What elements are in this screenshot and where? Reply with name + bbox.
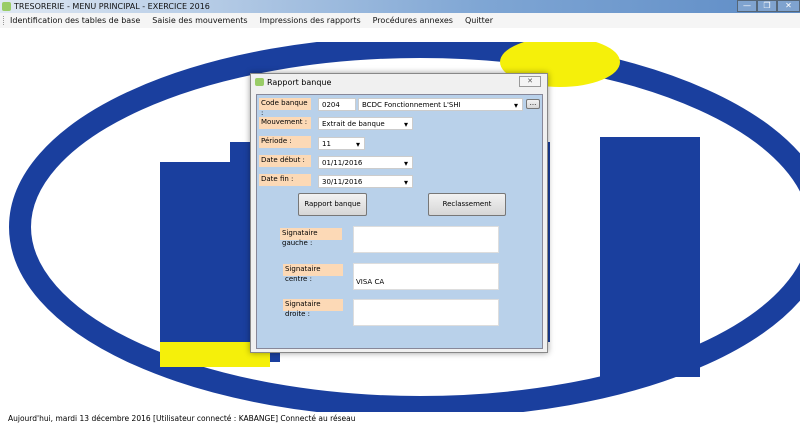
banque-select[interactable]: BCDC Fonctionnement L'SHI: [358, 98, 523, 112]
signataire-gauche-input[interactable]: [353, 226, 499, 253]
menu-saisie[interactable]: Saisie des mouvements: [152, 16, 247, 25]
date-fin-label: Date fin :: [259, 174, 311, 186]
browse-button[interactable]: ...: [526, 99, 540, 109]
reclassement-button[interactable]: Reclassement: [428, 193, 506, 216]
app-icon: [2, 2, 11, 11]
code-banque-input[interactable]: 0204: [318, 98, 356, 111]
signataire-centre-input[interactable]: VISA CA: [353, 263, 499, 290]
restore-button[interactable]: ❐: [757, 0, 777, 12]
signataire-droite-input[interactable]: [353, 299, 499, 326]
minimize-button[interactable]: —: [737, 0, 757, 12]
window-title: TRESORERIE - MENU PRINCIPAL - EXERCICE 2…: [14, 2, 210, 11]
menu-bar: Identification des tables de base Saisie…: [0, 13, 800, 28]
dialog-title: Rapport banque: [267, 78, 332, 87]
date-debut-picker[interactable]: 01/11/2016: [318, 156, 413, 170]
signataire-droite-label: Signataire droite :: [283, 299, 343, 318]
rapport-banque-dialog: Rapport banque ✕ Code banque : 0204 BCDC…: [250, 73, 548, 353]
signataire-gauche-label: Signataire gauche :: [280, 228, 342, 247]
title-bar: TRESORERIE - MENU PRINCIPAL - EXERCICE 2…: [0, 0, 800, 13]
signataire-centre-label: Signataire centre :: [283, 264, 343, 283]
close-button[interactable]: ✕: [777, 0, 800, 12]
mouvement-label: Mouvement :: [259, 117, 311, 129]
menu-grip: [3, 16, 5, 25]
periode-select[interactable]: 11: [318, 137, 365, 151]
status-bar: Aujourd'hui, mardi 13 décembre 2016 [Uti…: [0, 412, 800, 425]
date-debut-label: Date début :: [259, 155, 311, 167]
dialog-panel: Code banque : 0204 BCDC Fonctionnement L…: [256, 94, 543, 349]
menu-identification[interactable]: Identification des tables de base: [10, 16, 140, 25]
date-fin-picker[interactable]: 30/11/2016: [318, 175, 413, 189]
menu-procedures[interactable]: Procédures annexes: [373, 16, 453, 25]
dialog-icon: [255, 78, 264, 86]
rapport-banque-button[interactable]: Rapport banque: [298, 193, 367, 216]
periode-label: Période :: [259, 136, 311, 148]
code-banque-label: Code banque :: [259, 98, 311, 117]
dialog-close-button[interactable]: ✕: [519, 76, 541, 87]
menu-quitter[interactable]: Quitter: [465, 16, 493, 25]
mouvement-select[interactable]: Extrait de banque: [318, 117, 413, 131]
menu-impressions[interactable]: Impressions des rapports: [260, 16, 361, 25]
